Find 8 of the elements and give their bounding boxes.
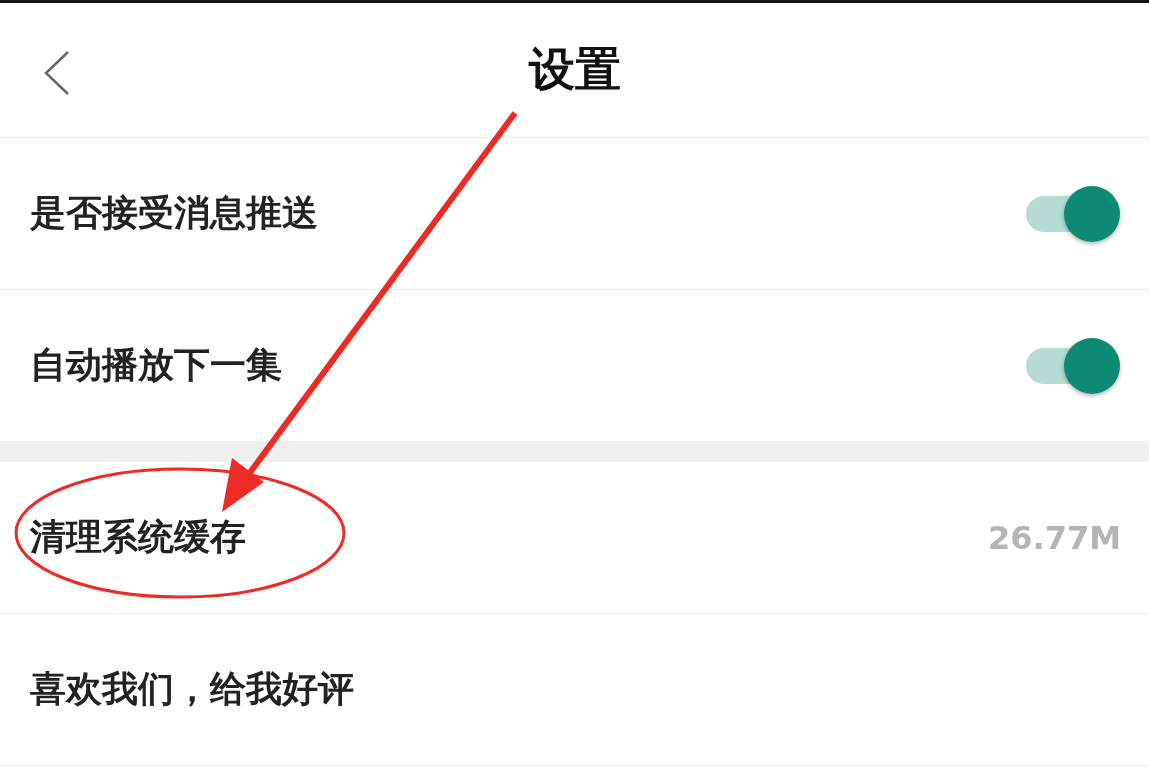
setting-label: 自动播放下一集	[30, 343, 282, 387]
setting-label: 是否接受消息推送	[30, 191, 318, 235]
setting-label: 喜欢我们，给我好评	[30, 667, 354, 711]
setting-row[interactable]: 喜欢我们，给我好评	[0, 614, 1149, 766]
setting-row[interactable]: 是否接受消息推送	[0, 138, 1149, 290]
page-title: 设置	[528, 41, 621, 98]
cache-size: 26.77M	[987, 518, 1121, 557]
setting-label: 清理系统缓存	[30, 515, 246, 559]
